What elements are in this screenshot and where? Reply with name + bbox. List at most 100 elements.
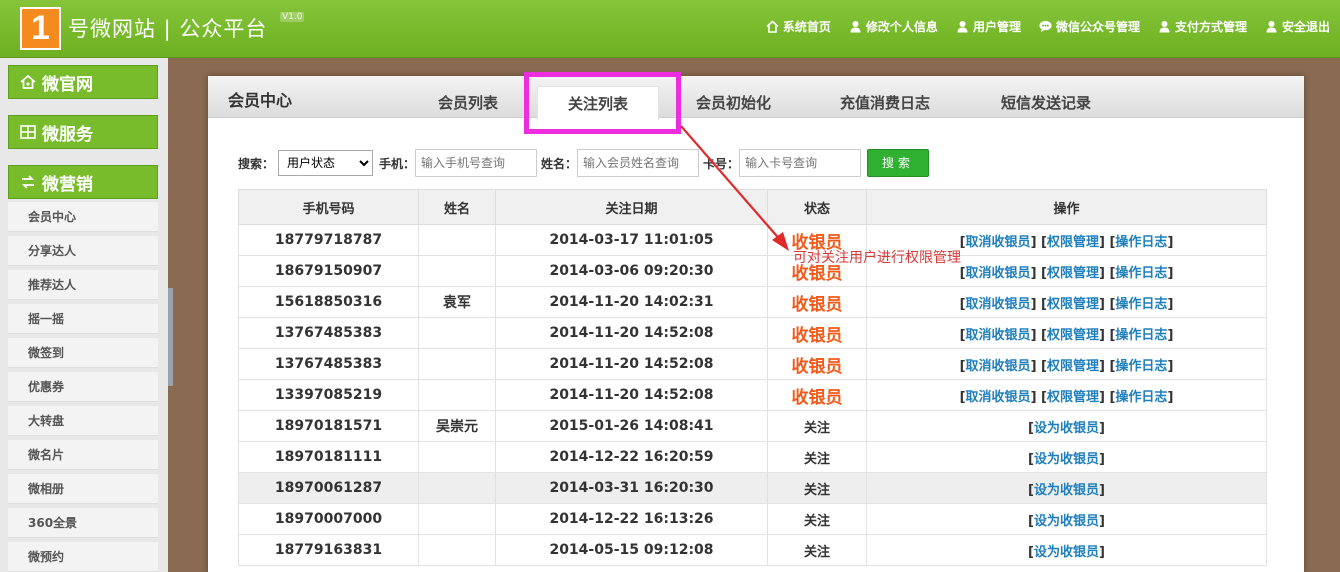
set-cashier-link[interactable]: 设为收银员 — [1034, 514, 1099, 529]
cancel-cashier-link[interactable]: 取消收银员 — [966, 328, 1031, 343]
nav-label: 安全退出 — [1281, 20, 1330, 34]
top-bar: 1 号微网站 | 公众平台 V1.0 系统首页 修改个人信息 用户管理 微信公众… — [0, 0, 1340, 58]
cell-actions: [设为收银员] — [866, 503, 1267, 535]
cell-actions: [设为收银员] — [866, 410, 1267, 442]
card-label: 卡号： — [703, 156, 740, 171]
permission-link[interactable]: 权限管理 — [1047, 390, 1099, 405]
permission-link[interactable]: 权限管理 — [1047, 359, 1099, 374]
col-status: 状态 — [767, 189, 867, 225]
set-cashier-link[interactable]: 设为收银员 — [1034, 545, 1099, 560]
cancel-cashier-link[interactable]: 取消收银员 — [966, 297, 1031, 312]
sidebar-item-checkin[interactable]: 微签到 — [8, 338, 158, 368]
cell-phone: 18970181571 — [238, 410, 419, 442]
cell-phone: 13767485383 — [238, 348, 419, 380]
operation-log-link[interactable]: 操作日志 — [1115, 266, 1167, 281]
cell-date: 2014-12-22 16:13:26 — [495, 503, 768, 535]
search-bar: 搜索： 用户状态 手机： 姓名： 卡号： 搜索 — [238, 149, 930, 177]
phone-search-input[interactable] — [415, 149, 538, 177]
tab-recharge-log[interactable]: 充值消费日志 — [840, 92, 930, 113]
panel-header: 会员中心 会员列表 关注列表 会员初始化 充值消费日志 短信发送记录 — [208, 76, 1304, 120]
search-button[interactable]: 搜索 — [867, 149, 930, 177]
status-select[interactable]: 用户状态 — [278, 150, 374, 176]
tab-member-list[interactable]: 会员列表 — [438, 92, 498, 113]
cell-phone: 15618850316 — [238, 286, 419, 318]
cell-phone: 13397085219 — [238, 379, 419, 411]
card-search-input[interactable] — [739, 149, 862, 177]
operation-log-link[interactable]: 操作日志 — [1115, 359, 1167, 374]
sidebar-collapse-handle[interactable] — [168, 288, 173, 386]
set-cashier-link[interactable]: 设为收银员 — [1034, 483, 1099, 498]
cell-actions: [取消收银员] [权限管理] [操作日志] — [866, 379, 1267, 411]
sidebar-item-booking[interactable]: 微预约 — [8, 542, 158, 572]
user-icon — [1158, 20, 1171, 33]
sidebar-item-member-center[interactable]: 会员中心 — [8, 202, 158, 232]
set-cashier-link[interactable]: 设为收银员 — [1034, 452, 1099, 467]
exchange-icon — [19, 173, 37, 191]
sidebar-item-wheel[interactable]: 大转盘 — [8, 406, 158, 436]
operation-log-link[interactable]: 操作日志 — [1115, 390, 1167, 405]
nav-home[interactable]: 系统首页 — [766, 18, 831, 35]
nav-payment[interactable]: 支付方式管理 — [1158, 18, 1247, 35]
nav-label: 微信公众号管理 — [1055, 20, 1140, 34]
sidebar-item-coupon[interactable]: 优惠券 — [8, 372, 158, 402]
user-icon — [1265, 20, 1278, 33]
cell-date: 2014-12-22 16:20:59 — [495, 441, 768, 473]
set-cashier-link[interactable]: 设为收银员 — [1034, 421, 1099, 436]
cell-actions: [设为收银员] — [866, 472, 1267, 504]
cell-name — [418, 472, 496, 504]
operation-log-link[interactable]: 操作日志 — [1115, 235, 1167, 250]
cell-date: 2014-03-17 11:01:05 — [495, 224, 768, 256]
cell-phone: 18970061287 — [238, 472, 419, 504]
cell-status: 收银员 — [767, 317, 867, 349]
nav-label: 系统首页 — [782, 20, 831, 34]
annotation-note: 可对关注用户进行权限管理 — [793, 250, 961, 266]
cancel-cashier-link[interactable]: 取消收银员 — [966, 235, 1031, 250]
table-row: 18970181111 2014-12-22 16:20:59 关注 [设为收银员] — [238, 441, 1267, 473]
permission-link[interactable]: 权限管理 — [1047, 297, 1099, 312]
sidebar-item-shake[interactable]: 摇一摇 — [8, 304, 158, 334]
sidebar-section-official-site[interactable]: 微官网 — [8, 65, 158, 99]
cell-actions: [取消收银员] [权限管理] [操作日志] — [866, 348, 1267, 380]
cancel-cashier-link[interactable]: 取消收银员 — [966, 266, 1031, 281]
operation-log-link[interactable]: 操作日志 — [1115, 297, 1167, 312]
table-row: 13767485383 2014-11-20 14:52:08 收银员 [取消收银员]… — [238, 317, 1267, 349]
name-search-input[interactable] — [577, 149, 700, 177]
sidebar-section-services[interactable]: 微服务 — [8, 115, 158, 149]
col-phone: 手机号码 — [238, 189, 419, 225]
nav-profile[interactable]: 修改个人信息 — [849, 18, 938, 35]
nav-label: 修改个人信息 — [865, 20, 938, 34]
sidebar-section-marketing[interactable]: 微营销 — [8, 165, 158, 199]
cell-status: 收银员 — [767, 348, 867, 380]
nav-logout[interactable]: 安全退出 — [1265, 18, 1330, 35]
main-panel: 会员中心 会员列表 关注列表 会员初始化 充值消费日志 短信发送记录 搜索： 用… — [208, 76, 1304, 572]
cancel-cashier-link[interactable]: 取消收银员 — [966, 390, 1031, 405]
sidebar: 微官网 微服务 微营销 会员中心 分享达人 推荐达人 摇一摇 微签到 优惠券 大… — [0, 58, 168, 572]
home-icon — [766, 20, 779, 33]
operation-log-link[interactable]: 操作日志 — [1115, 328, 1167, 343]
cell-phone: 18970181111 — [238, 441, 419, 473]
nav-users[interactable]: 用户管理 — [956, 18, 1021, 35]
tab-member-init[interactable]: 会员初始化 — [696, 92, 771, 113]
search-label: 搜索： — [238, 156, 275, 171]
sidebar-item-referral-expert[interactable]: 推荐达人 — [8, 270, 158, 300]
sidebar-item-business-card[interactable]: 微名片 — [8, 440, 158, 470]
sidebar-item-panorama[interactable]: 360全景 — [8, 508, 158, 538]
permission-link[interactable]: 权限管理 — [1047, 328, 1099, 343]
logo[interactable]: 1 — [20, 7, 61, 50]
table-header-row: 手机号码 姓名 关注日期 状态 操作 — [238, 189, 1267, 225]
cancel-cashier-link[interactable]: 取消收银员 — [966, 359, 1031, 374]
sidebar-item-album[interactable]: 微相册 — [8, 474, 158, 504]
permission-link[interactable]: 权限管理 — [1047, 235, 1099, 250]
tab-sms-log[interactable]: 短信发送记录 — [1001, 92, 1091, 113]
table-row: 18970181571 吴崇元 2015-01-26 14:08:41 关注 [设为收银… — [238, 410, 1267, 442]
cell-name — [418, 255, 496, 287]
cell-actions: [取消收银员] [权限管理] [操作日志] — [866, 317, 1267, 349]
col-actions: 操作 — [866, 189, 1267, 225]
sidebar-item-share-expert[interactable]: 分享达人 — [8, 236, 158, 266]
permission-link[interactable]: 权限管理 — [1047, 266, 1099, 281]
nav-wechat[interactable]: 微信公众号管理 — [1039, 18, 1140, 35]
cell-status: 关注 — [767, 472, 867, 504]
cell-date: 2015-01-26 14:08:41 — [495, 410, 768, 442]
cell-date: 2014-11-20 14:52:08 — [495, 317, 768, 349]
phone-label: 手机： — [379, 156, 416, 171]
